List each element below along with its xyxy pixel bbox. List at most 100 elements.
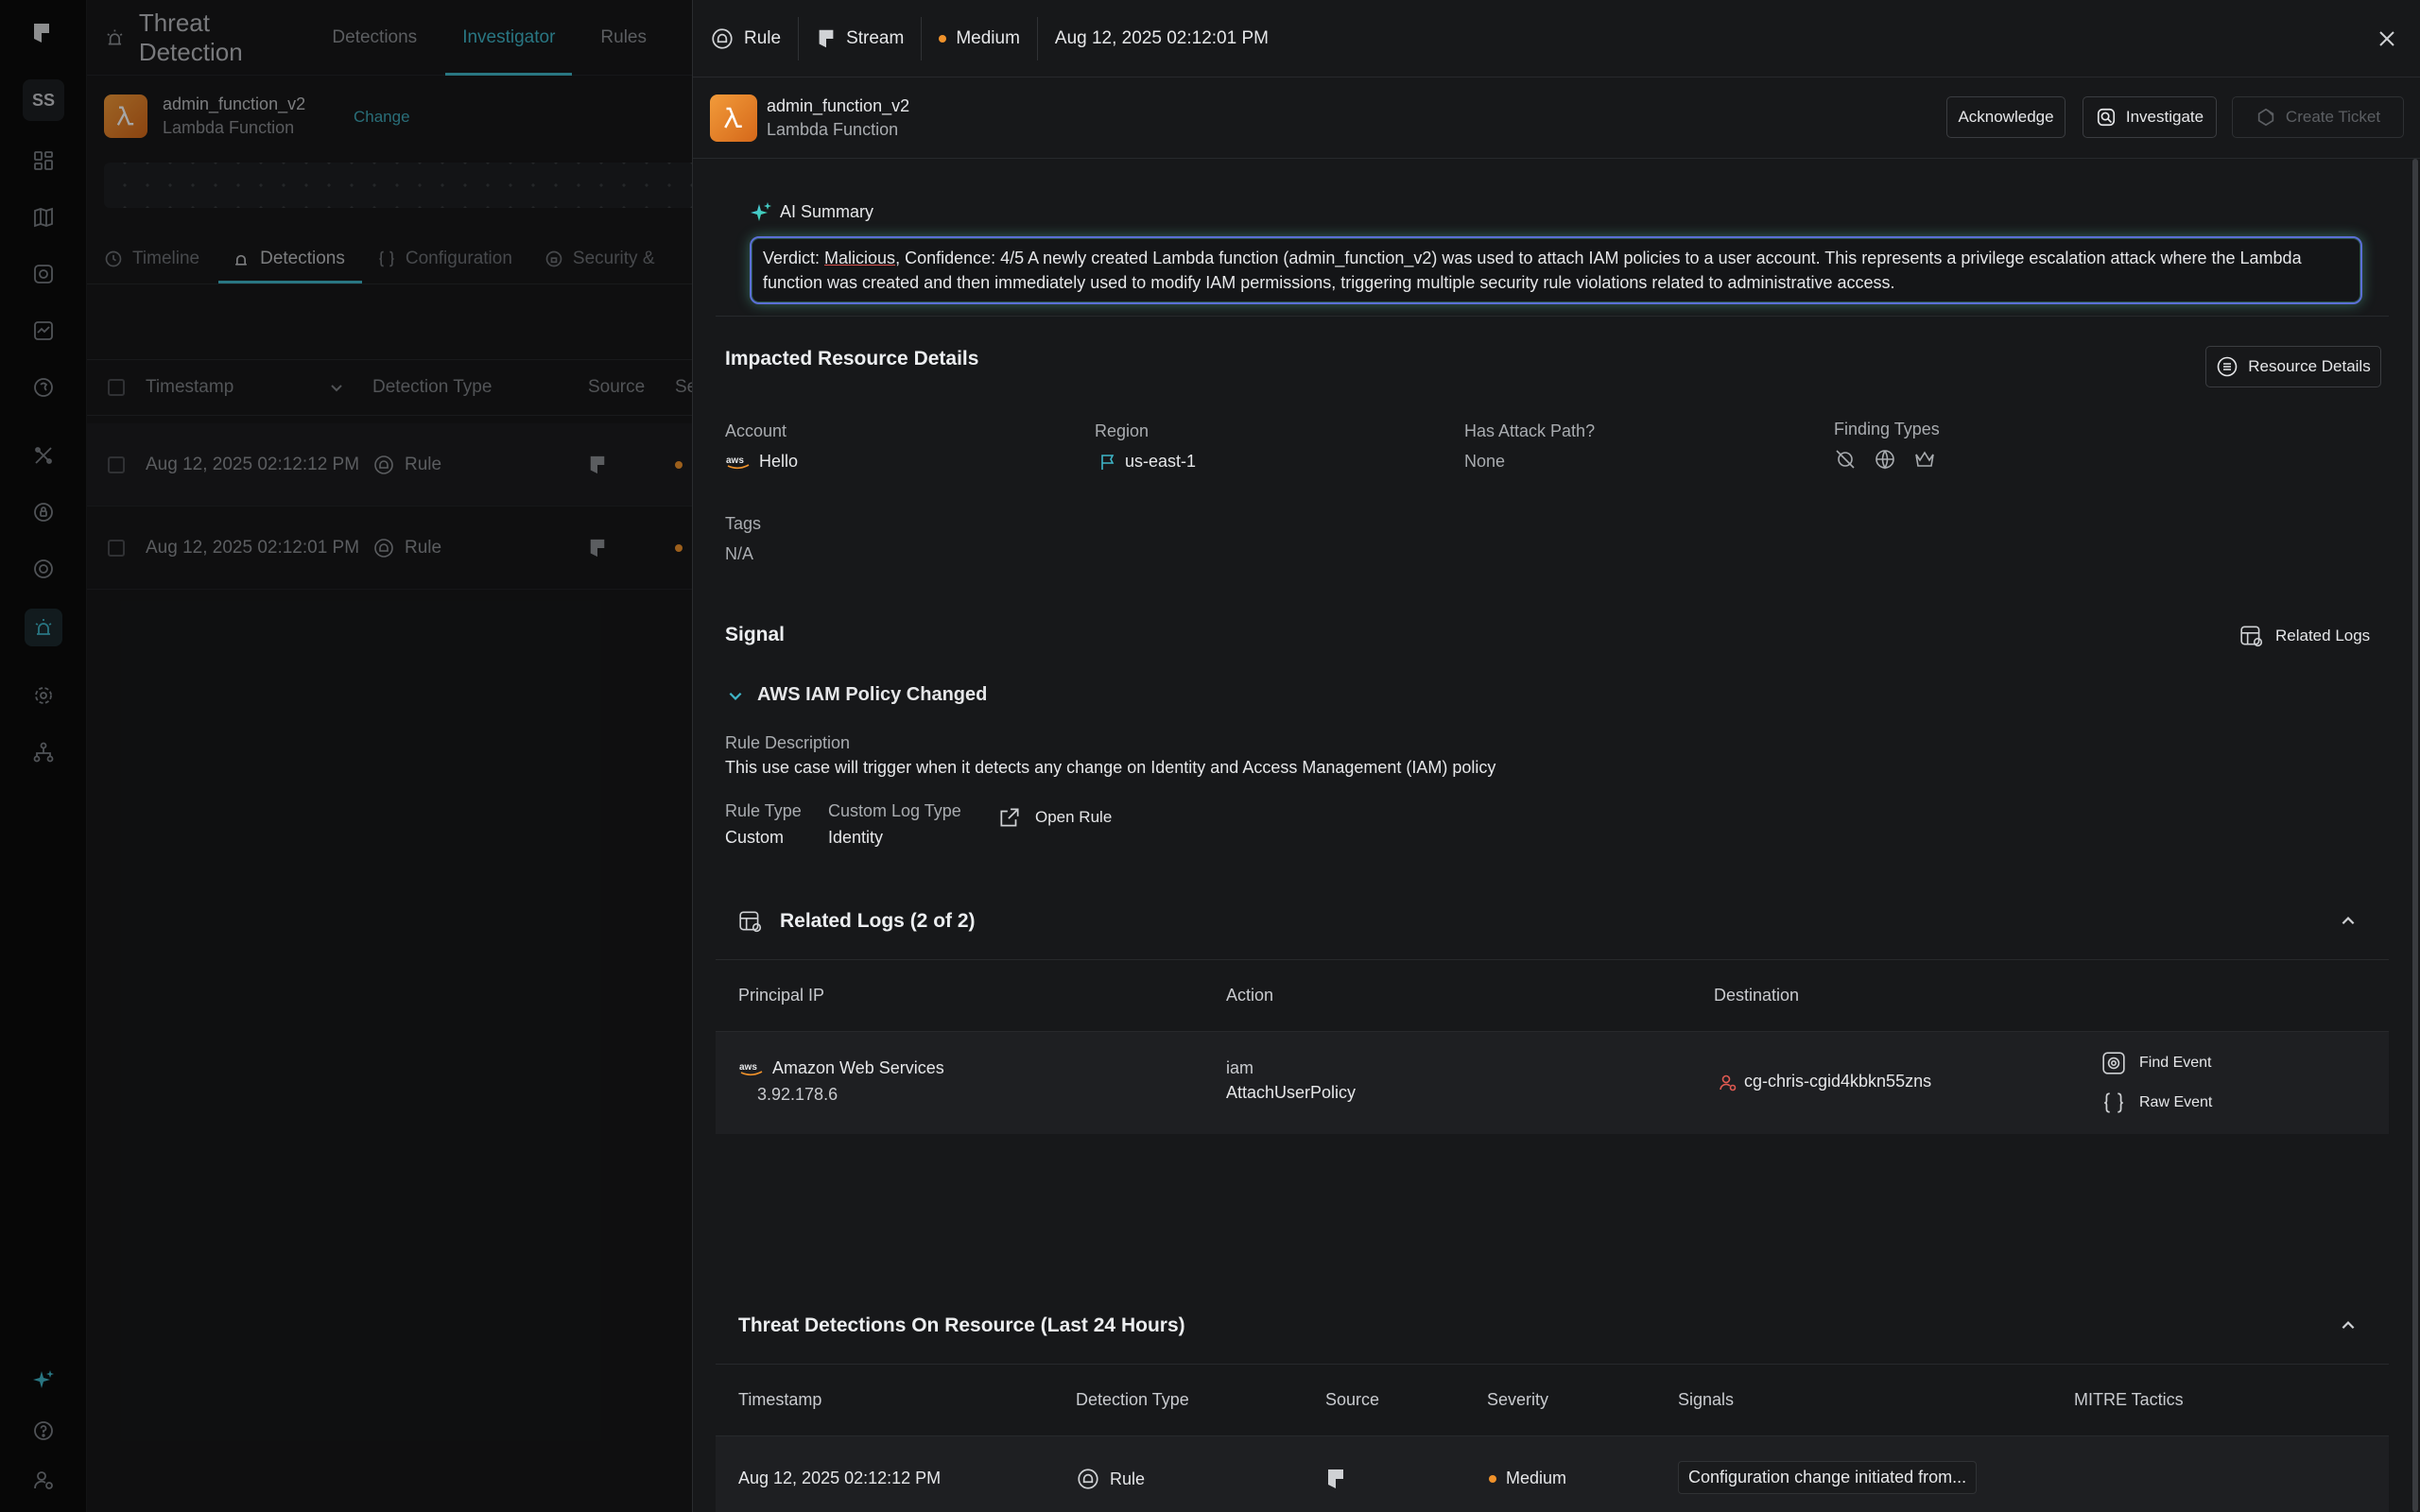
related-logs-card: Related Logs (2 of 2) Principal IP Actio… xyxy=(716,883,2389,1134)
detection-kind: Rule xyxy=(710,16,800,60)
rule-description-value: This use case will trigger when it detec… xyxy=(725,758,1496,777)
drawer-scrollbar[interactable] xyxy=(2412,159,2418,1512)
find-event-link[interactable]: Find Event xyxy=(2101,1051,2211,1075)
action-service: iam xyxy=(1226,1058,1254,1077)
column-detection-type: Detection Type xyxy=(1076,1390,1189,1409)
principal-ip: 3.92.178.6 xyxy=(757,1085,838,1104)
severity-dot xyxy=(1489,1474,1496,1483)
related-logs-title: Related Logs (2 of 2) xyxy=(780,909,976,932)
vulnerability-off-icon[interactable] xyxy=(1834,448,1857,471)
region-label: Region xyxy=(1095,421,1150,440)
find-event-label: Find Event xyxy=(2139,1055,2212,1071)
detection-source: Stream xyxy=(799,16,923,60)
related-logs-header[interactable]: Related Logs (2 of 2) xyxy=(716,883,2389,960)
related-logs-columns: Principal IP Action Destination xyxy=(716,960,2389,1032)
detection-severity-label: Medium xyxy=(956,27,1020,48)
ai-summary-text: Verdict: Malicious, Confidence: 4/5 A ne… xyxy=(750,236,2362,304)
stream-logo-icon xyxy=(819,29,834,47)
create-ticket-button[interactable]: Create Ticket xyxy=(2232,96,2404,138)
impacted-resource-title: Impacted Resource Details xyxy=(725,348,979,369)
signal-title: Signal xyxy=(725,624,786,645)
custom-log-type-label: Custom Log Type xyxy=(828,801,961,820)
globe-icon[interactable] xyxy=(1874,448,1896,471)
modal-backdrop[interactable] xyxy=(0,0,692,1512)
rule-icon xyxy=(712,27,733,49)
ai-summary-body: , Confidence: 4/5 A newly created Lambda… xyxy=(763,249,2302,292)
chevron-up-icon[interactable] xyxy=(2340,913,2357,930)
resource-type: Lambda Function xyxy=(767,119,899,139)
crown-icon[interactable] xyxy=(1913,448,1936,471)
create-ticket-label: Create Ticket xyxy=(2285,108,2381,126)
acknowledge-button[interactable]: Acknowledge xyxy=(1946,96,2066,138)
acknowledge-label: Acknowledge xyxy=(1958,108,2054,126)
signal-name: AWS IAM Policy Changed xyxy=(757,684,988,705)
destination-name: cg-chris-cgid4kbkn55zns xyxy=(1744,1072,1932,1091)
detection-severity: Medium xyxy=(922,16,1038,60)
finding-types-label: Finding Types xyxy=(1834,420,1940,438)
table-row[interactable]: aws Amazon Web Services 3.92.178.6 iam A… xyxy=(716,1032,2389,1134)
finding-types-icons xyxy=(1834,448,1944,471)
signal-accordion-toggle[interactable]: AWS IAM Policy Changed xyxy=(727,684,987,706)
drawer-resource-header: admin_function_v2 Lambda Function Acknow… xyxy=(693,77,2420,159)
column-destination: Destination xyxy=(1714,986,1800,1005)
logs-icon xyxy=(739,910,762,932)
attack-path-label: Has Attack Path? xyxy=(1464,421,1596,440)
user-alert-icon xyxy=(1720,1074,1737,1091)
severity-dot xyxy=(939,34,947,43)
threat-detections-card: Threat Detections On Resource (Last 24 H… xyxy=(716,1287,2389,1512)
list-icon xyxy=(2217,356,2238,377)
account-label: Account xyxy=(725,421,787,440)
ai-sparkle-icon xyxy=(751,202,771,221)
table-row[interactable]: Aug 12, 2025 02:12:12 PM Rule Medium Con… xyxy=(716,1436,2389,1512)
find-event-icon xyxy=(2102,1052,2125,1074)
raw-event-link[interactable]: Raw Event xyxy=(2101,1091,2212,1115)
column-timestamp: Timestamp xyxy=(738,1390,822,1409)
investigate-label: Investigate xyxy=(2125,108,2204,126)
chevron-up-icon[interactable] xyxy=(2340,1317,2357,1334)
chevron-down-icon xyxy=(729,692,742,700)
column-source: Source xyxy=(1325,1390,1380,1409)
row-timestamp: Aug 12, 2025 02:12:12 PM xyxy=(738,1469,942,1487)
row-signals[interactable]: Configuration change initiated from... xyxy=(1678,1461,1978,1494)
related-logs-link[interactable]: Related Logs xyxy=(2239,624,2370,648)
destination-value: cg-chris-cgid4kbkn55zns xyxy=(1718,1072,1931,1091)
detection-drawer: Rule Stream Medium Aug 12, 2025 02:12:01… xyxy=(692,0,2420,1512)
investigate-icon xyxy=(2097,108,2115,127)
close-icon[interactable] xyxy=(2375,26,2399,51)
logs-icon xyxy=(2240,626,2263,647)
signal-chip: Configuration change initiated from... xyxy=(1678,1461,1978,1494)
account-value: aws Hello xyxy=(725,452,798,472)
open-rule-link[interactable]: Open Rule xyxy=(997,805,1112,830)
ticket-icon xyxy=(2257,108,2274,127)
resource-details-label: Resource Details xyxy=(2248,357,2371,375)
rule-description-label: Rule Description xyxy=(725,733,851,752)
column-severity: Severity xyxy=(1487,1390,1549,1409)
row-severity: Medium xyxy=(1489,1469,1566,1488)
resource-name: admin_function_v2 xyxy=(767,95,910,115)
threat-detections-header[interactable]: Threat Detections On Resource (Last 24 H… xyxy=(716,1287,2389,1365)
detection-source-label: Stream xyxy=(846,27,905,48)
rule-icon xyxy=(1078,1469,1098,1489)
account-name: Hello xyxy=(759,452,799,471)
row-severity-label: Medium xyxy=(1506,1469,1567,1487)
source-logo-icon xyxy=(1328,1469,1343,1488)
column-mitre-tactics: MITRE Tactics xyxy=(2074,1390,2184,1409)
external-link-icon xyxy=(1000,808,1019,827)
rule-type-value: Custom xyxy=(725,828,785,847)
ai-summary-label: AI Summary xyxy=(780,201,874,221)
related-logs-label: Related Logs xyxy=(2275,627,2371,644)
drawer-topbar: Rule Stream Medium Aug 12, 2025 02:12:01… xyxy=(693,0,2420,77)
lambda-icon xyxy=(710,94,757,142)
aws-logo-icon: aws xyxy=(739,1062,763,1075)
row-type: Rule xyxy=(1076,1467,1145,1491)
principal-name: Amazon Web Services xyxy=(772,1058,944,1077)
aws-logo-icon: aws xyxy=(726,455,750,469)
investigate-button[interactable]: Investigate xyxy=(2083,96,2217,138)
open-rule-label: Open Rule xyxy=(1035,808,1113,826)
detection-kind-label: Rule xyxy=(744,27,782,48)
column-action: Action xyxy=(1226,986,1274,1005)
resource-details-button[interactable]: Resource Details xyxy=(2205,346,2381,387)
ai-summary-title: AI Summary xyxy=(750,200,873,223)
row-type-label: Rule xyxy=(1110,1469,1146,1488)
verdict-value: Malicious xyxy=(824,249,896,267)
